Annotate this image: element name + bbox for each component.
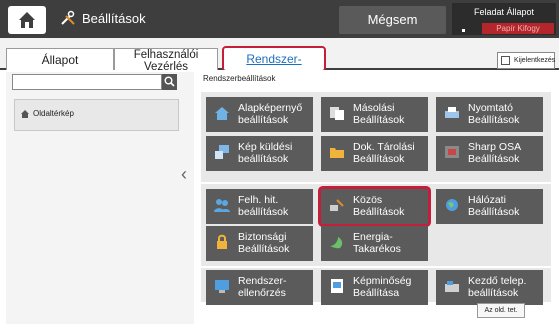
logout-button[interactable]: Kijelentkezés: [497, 52, 555, 69]
page-top-button[interactable]: Az old. tet.: [477, 303, 525, 318]
tab-status[interactable]: Állapot: [6, 48, 114, 70]
user-auth-settings-button[interactable]: Felh. hit. beállítások: [206, 189, 313, 224]
security-settings-button[interactable]: Biztonsági Beállítások: [206, 226, 313, 261]
tile-label: Kép küldési beállítások: [238, 141, 293, 165]
copy-settings-button[interactable]: Másolási Beállítások: [321, 97, 428, 132]
copy-icon: [330, 107, 344, 120]
document-filing-settings-button[interactable]: Dok. Tárolási Beállítások: [321, 136, 428, 171]
top-bar: Beállítások Mégsem Feladat Állapot Papír…: [0, 0, 559, 38]
search-icon: [164, 76, 175, 87]
search-input[interactable]: [12, 74, 162, 90]
sharp-osa-settings-button[interactable]: Sharp OSA Beállítások: [436, 136, 543, 171]
tile-label: Energia-Takarékos: [353, 231, 401, 255]
sitemap-item[interactable]: Oldaltérkép: [14, 99, 179, 131]
tile-label: Másolási Beállítások: [353, 102, 405, 126]
screen: Beállítások Mégsem Feladat Állapot Papír…: [0, 0, 559, 326]
logout-icon: [501, 56, 510, 65]
folder-icon: [330, 148, 344, 158]
leaf-icon: [330, 237, 343, 249]
image-quality-button[interactable]: Képminőség Beállítása: [321, 270, 428, 305]
printer-settings-button[interactable]: Nyomtató Beállítások: [436, 97, 543, 132]
app-title: Beállítások: [82, 11, 146, 26]
monitor-icon: [215, 280, 229, 293]
image-send-settings-button[interactable]: Kép küldési beállítások: [206, 136, 313, 171]
energy-save-button[interactable]: Energia-Takarékos: [321, 226, 428, 261]
home-icon: [215, 107, 229, 120]
initial-setup-icon: [445, 281, 459, 292]
tab-row: Állapot Felhasználói Vezérlés Rendszer- …: [0, 38, 559, 73]
tile-label: Biztonsági Beállítások: [238, 231, 290, 255]
logout-label: Kijelentkezés: [514, 57, 556, 64]
sidebar: Oldaltérkép ‹: [6, 72, 194, 324]
system-check-button[interactable]: Rendszer-ellenőrzés: [206, 270, 313, 305]
lock-icon: [217, 234, 227, 249]
job-status-warning: Papír Kifogy: [482, 23, 554, 34]
osa-icon: [445, 146, 459, 158]
tile-label: Képminőség Beállítása: [353, 275, 412, 299]
tile-label: Hálózati Beállítások: [468, 194, 520, 218]
home-button[interactable]: [8, 6, 46, 34]
tile-label: Dok. Tárolási Beállítások: [353, 141, 415, 165]
page-top-label: Az old. tet.: [484, 307, 518, 314]
tile-label: Közös Beállítások: [353, 194, 405, 218]
tab-user-control[interactable]: Felhasználói Vezérlés: [114, 48, 218, 73]
globe-icon: [446, 199, 458, 211]
common-settings-icon: [330, 199, 344, 211]
tab-system[interactable]: Rendszer-: [222, 46, 326, 72]
network-settings-button[interactable]: Hálózati Beállítások: [436, 189, 543, 224]
cancel-button[interactable]: Mégsem: [339, 6, 446, 34]
breadcrumb: Rendszerbeállítások: [203, 74, 276, 83]
collapse-arrow-icon[interactable]: ‹: [181, 164, 187, 185]
initial-setup-button[interactable]: Kezdő telep. beállítások: [436, 270, 543, 305]
tile-label: Kezdő telep. beállítások: [468, 275, 527, 299]
tile-label: Rendszer-ellenőrzés: [238, 275, 287, 299]
tile-label: Alapképernyő beállítások: [238, 102, 303, 126]
tile-label: Sharp OSA Beállítások: [468, 141, 521, 165]
users-icon: [214, 199, 230, 212]
sitemap-icon: [21, 110, 29, 118]
sitemap-label: Oldaltérkép: [33, 109, 74, 118]
status-dot: [462, 29, 465, 32]
tile-label: Nyomtató Beállítások: [468, 102, 520, 126]
image-quality-icon: [331, 279, 343, 293]
job-status-label: Feladat Állapot: [473, 7, 535, 17]
common-settings-button[interactable]: Közös Beállítások: [321, 189, 428, 224]
main-panel: Rendszerbeállítások Alapképernyő beállít…: [196, 70, 559, 326]
home-screen-settings-button[interactable]: Alapképernyő beállítások: [206, 97, 313, 132]
job-status-button[interactable]: Feladat Állapot Papír Kifogy: [452, 3, 556, 35]
tools-icon: [61, 10, 75, 25]
printer-icon: [445, 107, 459, 118]
search-button[interactable]: [162, 74, 177, 90]
home-icon: [19, 12, 35, 28]
image-send-icon: [215, 145, 229, 159]
tile-label: Felh. hit. beállítások: [238, 194, 289, 218]
